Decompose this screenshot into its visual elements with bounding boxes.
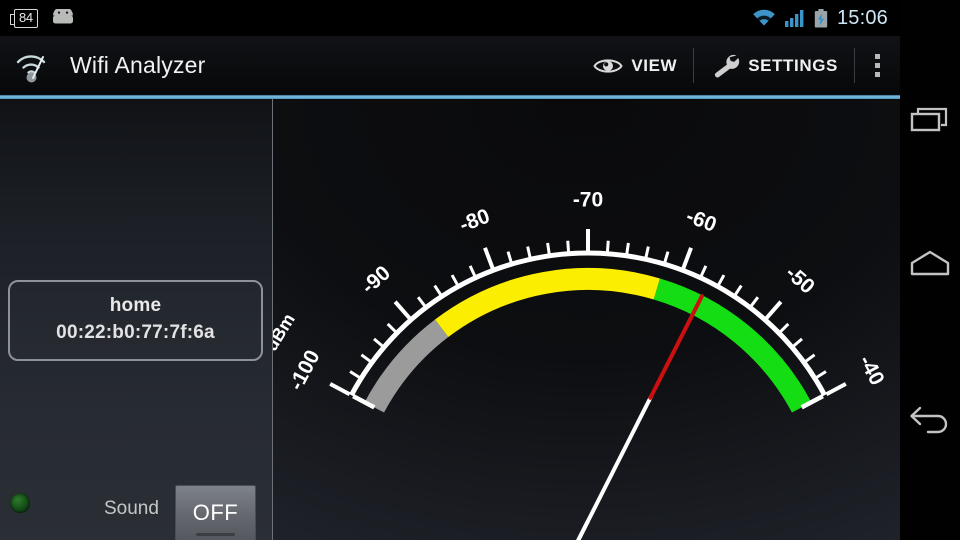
gauge-major-tick--90 — [393, 300, 412, 320]
wifi-analyzer-icon[interactable] — [14, 48, 58, 84]
gauge-minor-tick--84 — [450, 274, 459, 286]
gauge-minor-tick--42 — [815, 370, 827, 379]
gauge-minor-tick--66 — [625, 242, 630, 255]
gauge-minor-tick--92 — [386, 322, 397, 333]
view-button[interactable]: VIEW — [577, 36, 693, 95]
gauge-needle — [576, 294, 704, 540]
cell-signal-icon — [784, 10, 804, 27]
screen: 84 15:06 Wifi Analyzer VIEW SETTINGS hom… — [0, 0, 960, 540]
gauge-minor-tick--62 — [663, 251, 670, 263]
action-bar-actions: VIEW SETTINGS — [577, 36, 900, 95]
gauge-major-tick--80 — [483, 247, 495, 270]
view-button-label: VIEW — [631, 55, 678, 75]
settings-button-label: SETTINGS — [748, 55, 838, 75]
gauge-tick-label-5: -50 — [781, 261, 819, 298]
gauge-minor-tick--52 — [750, 296, 760, 307]
content-area: home 00:22:b0:77:7f:6a Sound OFF -100 -9… — [0, 99, 900, 540]
gauge-minor-tick--96 — [360, 353, 372, 363]
gauge-minor-tick--64 — [644, 246, 650, 258]
signal-gauge-panel: -100 -90 -80 -70 -60 -50 -40 dBm — [273, 99, 900, 540]
settings-button[interactable]: SETTINGS — [694, 36, 854, 95]
recents-icon — [910, 107, 948, 132]
needle-tip — [648, 294, 704, 400]
gauge-minor-tick--44 — [804, 353, 816, 363]
gauge-unit-text: dBm — [273, 310, 299, 355]
gauge-minor-tick--74 — [546, 242, 551, 255]
left-panel: home 00:22:b0:77:7f:6a Sound OFF — [0, 99, 272, 540]
system-navigation-bar — [900, 0, 960, 540]
phone-viewport: 84 15:06 Wifi Analyzer VIEW SETTINGS hom… — [0, 0, 900, 540]
gauge-major-tick--40 — [825, 382, 847, 397]
android-mascot-icon — [52, 9, 73, 24]
home-icon — [910, 250, 950, 276]
status-bar: 84 15:06 — [0, 0, 900, 36]
gauge-minor-tick--72 — [566, 240, 571, 252]
signal-strength-gauge: -100 -90 -80 -70 -60 -50 -40 dBm — [273, 189, 889, 540]
gauge-major-tick--100 — [329, 382, 351, 397]
gauge-major-tick--60 — [681, 247, 693, 270]
gauge-minor-tick--86 — [433, 284, 442, 296]
gauge-minor-tick--82 — [468, 265, 477, 277]
sound-toggle-value: OFF — [192, 500, 239, 525]
gauge-unit-label: dBm — [273, 310, 299, 355]
gauge-band-poor — [364, 319, 449, 413]
access-point-ssid: home — [109, 295, 162, 316]
gauge-band-excellent — [653, 278, 812, 413]
notification-count-badge: 84 — [10, 8, 38, 28]
sound-row: Sound OFF — [0, 480, 272, 540]
action-bar: Wifi Analyzer VIEW SETTINGS — [0, 36, 900, 95]
gauge-minor-tick--88 — [416, 296, 426, 307]
gauge-minor-tick--48 — [779, 322, 790, 333]
gauge-minor-tick--76 — [526, 246, 532, 258]
gauge-tick-label-1: -90 — [357, 261, 395, 298]
gauge-minor-tick--78 — [506, 251, 513, 263]
gauge-band-fair — [435, 268, 660, 338]
status-led-indicator — [10, 493, 30, 513]
eye-icon — [593, 58, 623, 73]
gauge-minor-tick--56 — [717, 274, 726, 286]
sound-label: Sound — [104, 498, 159, 519]
back-icon — [910, 406, 948, 434]
gauge-tick-label-6: -40 — [854, 352, 889, 390]
gauge-minor-tick--58 — [699, 265, 708, 277]
status-bar-clock: 15:06 — [836, 6, 888, 29]
nav-home-button[interactable] — [900, 235, 960, 295]
gauge-minor-tick--46 — [792, 337, 803, 348]
gauge-tick-label-3: -70 — [573, 189, 603, 212]
gauge-tick-label-4: -60 — [683, 205, 720, 237]
access-point-bssid: 00:22:b0:77:7f:6a — [56, 322, 215, 343]
gauge-tick-label-2: -80 — [456, 205, 493, 237]
status-bar-right: 15:06 — [752, 7, 888, 30]
overflow-menu-icon[interactable] — [855, 36, 900, 95]
page-title: Wifi Analyzer — [70, 52, 206, 78]
gauge-minor-tick--54 — [734, 284, 743, 296]
wrench-icon — [715, 54, 740, 77]
access-point-card[interactable]: home 00:22:b0:77:7f:6a — [8, 280, 263, 361]
needle-shaft — [576, 395, 653, 540]
gauge-minor-tick--98 — [349, 370, 361, 379]
status-bar-left: 84 — [10, 8, 76, 28]
gauge-minor-tick--68 — [605, 240, 610, 252]
gauge-major-tick--50 — [764, 300, 783, 320]
battery-charging-icon — [814, 8, 828, 27]
nav-recents-button[interactable] — [900, 90, 960, 150]
nav-back-button[interactable] — [900, 390, 960, 450]
wifi-icon — [753, 9, 775, 26]
sound-toggle-button[interactable]: OFF — [175, 485, 256, 540]
gauge-tick-labels: -100 -90 -80 -70 -60 -50 -40 — [285, 189, 889, 395]
gauge-tick-label-0: -100 — [285, 346, 325, 394]
gauge-minor-tick--94 — [373, 337, 384, 348]
